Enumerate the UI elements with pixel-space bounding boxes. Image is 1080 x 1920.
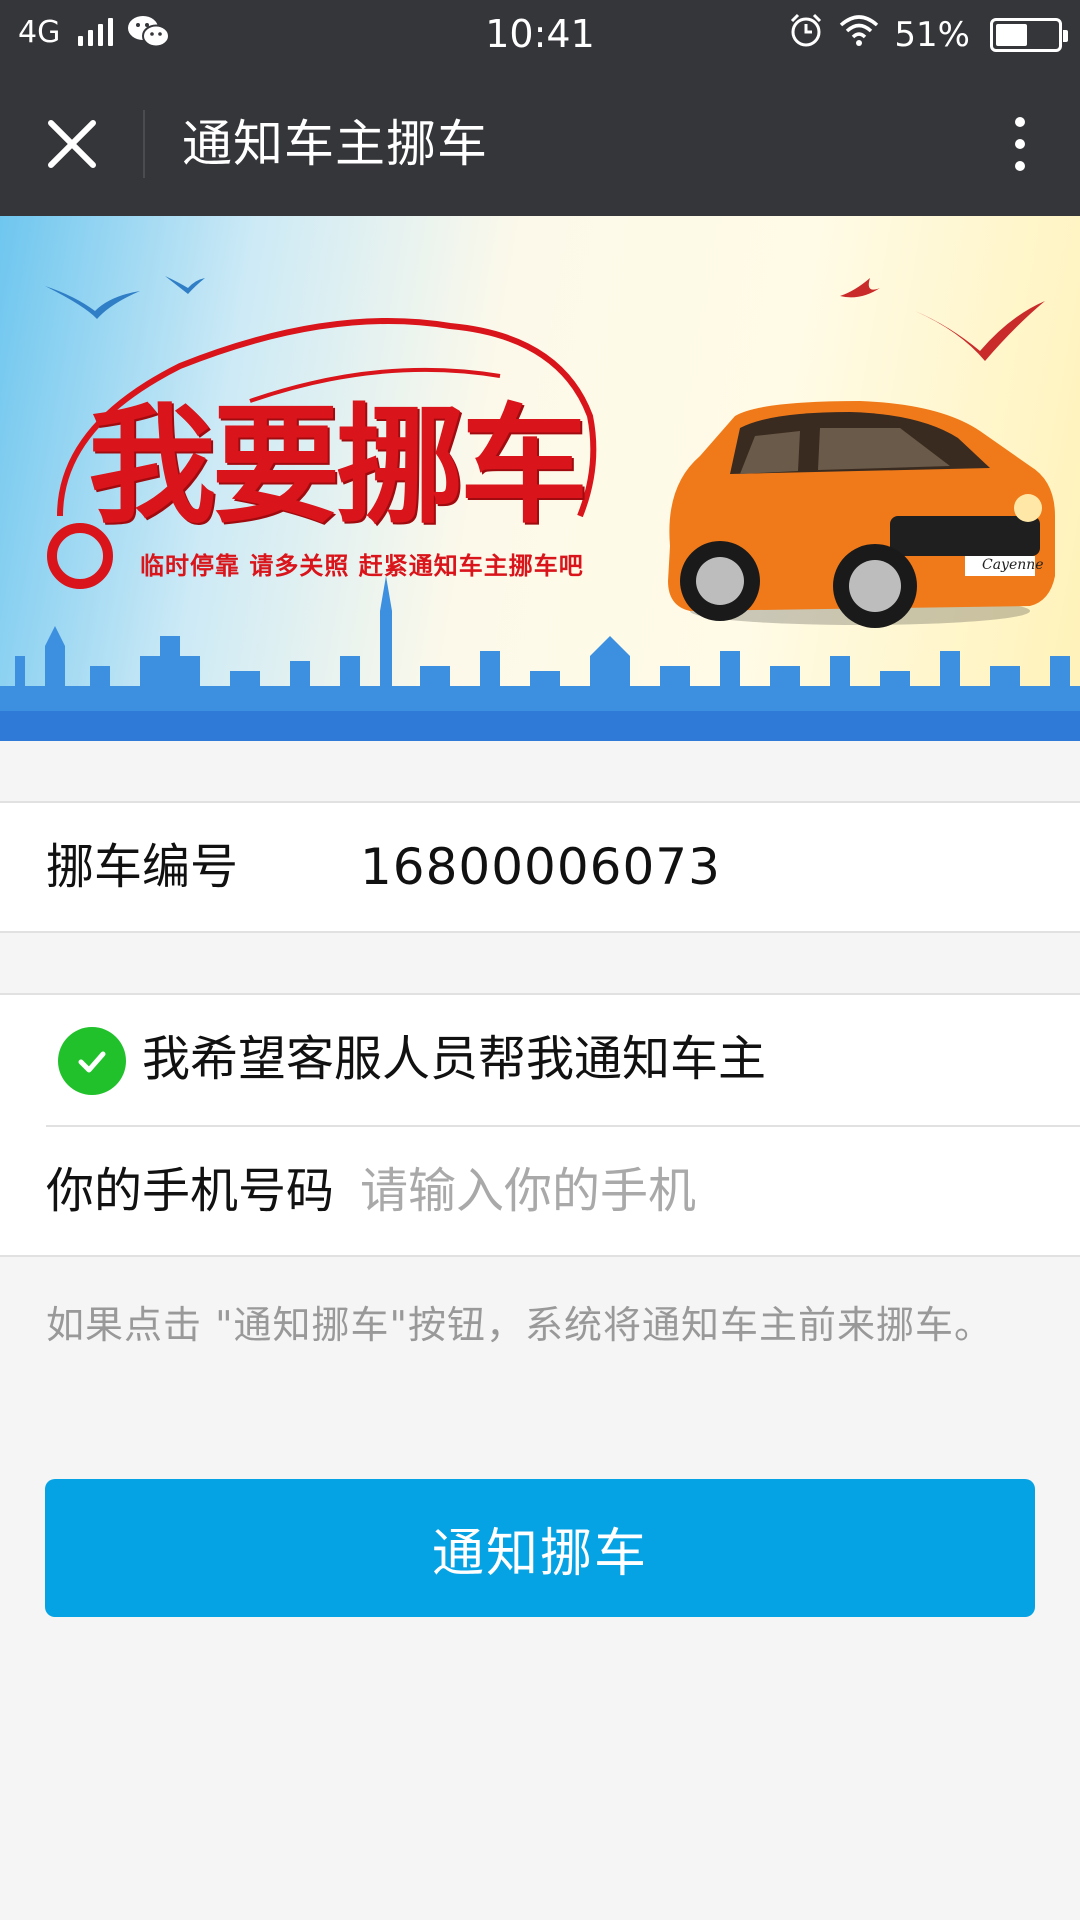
banner: 我要挪车 临时停靠 请多关照 赶紧通知车主挪车吧 Cayenne (0, 216, 1080, 741)
bird-icon (45, 276, 205, 319)
battery-fill (996, 23, 1027, 46)
contact-form: 我希望客服人员帮我通知车主 你的手机号码 (0, 993, 1080, 1257)
status-bar: 4G 10:41 51% (0, 0, 1080, 72)
battery-percent: 51% (894, 14, 970, 55)
close-icon[interactable] (30, 104, 114, 184)
checkmark-icon[interactable] (58, 1027, 126, 1095)
car-badge: Cayenne (982, 557, 1044, 573)
service-option-row[interactable]: 我希望客服人员帮我通知车主 (0, 995, 1080, 1125)
more-vertical-icon[interactable] (990, 108, 1050, 180)
phone-row: 你的手机号码 (0, 1127, 1080, 1257)
battery-nub (1063, 29, 1068, 42)
alarm-icon (788, 12, 824, 57)
wifi-icon (838, 13, 880, 56)
service-option-label: 我希望客服人员帮我通知车主 (142, 1031, 767, 1087)
code-row: 挪车编号 16800006073 (0, 801, 1080, 933)
phone-input[interactable] (360, 1153, 1040, 1229)
code-value: 16800006073 (360, 838, 721, 896)
battery-icon (990, 17, 1068, 52)
car-illustration (668, 401, 1055, 628)
hint-text: 如果点击 "通知挪车"按钮，系统将通知车主前来挪车。 (46, 1303, 994, 1347)
nav-bar: 通知车主挪车 (0, 72, 1080, 216)
code-label: 挪车编号 (46, 839, 239, 895)
status-right: 51% (788, 12, 1068, 57)
notify-button[interactable]: 通知挪车 (45, 1479, 1035, 1617)
phone-label: 你的手机号码 (46, 1163, 335, 1219)
banner-title: 我要挪车 (88, 391, 588, 541)
page-title: 通知车主挪车 (182, 115, 488, 173)
nav-divider (143, 110, 145, 178)
bird-icon (840, 278, 1045, 361)
banner-subtitle: 临时停靠 请多关照 赶紧通知车主挪车吧 (140, 552, 584, 580)
